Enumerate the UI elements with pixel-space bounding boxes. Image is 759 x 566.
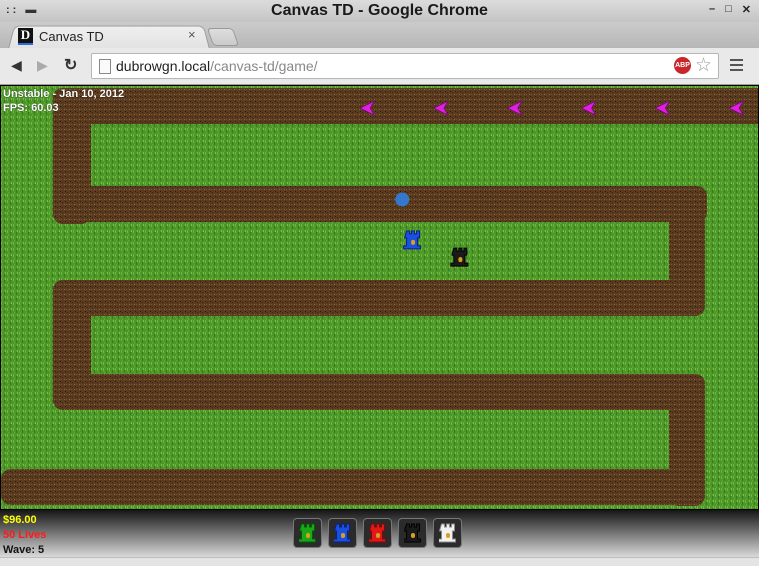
- window-title: Canvas TD - Google Chrome: [271, 2, 488, 19]
- blue-tower-icon: [333, 523, 351, 543]
- adblock-icon[interactable]: ABP: [674, 57, 691, 74]
- tab-canvas-td-content[interactable]: D Canvas TD ×: [18, 26, 208, 46]
- money-label: $96.00: [3, 514, 37, 526]
- game-canvas[interactable]: [1, 86, 758, 509]
- tower-body: [450, 247, 469, 267]
- minimize-button[interactable]: –: [709, 3, 715, 16]
- tower-body: [438, 523, 456, 543]
- tower-body: [368, 523, 386, 543]
- favicon-icon: D: [18, 27, 33, 45]
- page-icon: [99, 59, 111, 74]
- tower-window: [305, 533, 310, 538]
- wave-label: Wave: 5: [3, 544, 45, 556]
- tab-title: Canvas TD: [39, 28, 104, 44]
- url-host: dubrowgn.local: [116, 58, 211, 74]
- tower-body: [403, 523, 421, 543]
- projectile: [395, 192, 410, 207]
- chrome-menu-icon[interactable]: [730, 59, 743, 74]
- path-segment: [53, 280, 705, 316]
- tower-window: [411, 239, 416, 245]
- maximize-button[interactable]: □: [725, 3, 732, 16]
- game-canvas-frame: Unstable - Jan 10, 2012 FPS: 60.03: [0, 85, 759, 510]
- build-label: Unstable - Jan 10, 2012: [3, 88, 125, 100]
- lives-label: 50 Lives: [3, 529, 47, 541]
- blue-tower-glyph: [333, 523, 351, 543]
- url-text[interactable]: dubrowgn.local/canvas-td/game/: [116, 58, 318, 74]
- reload-icon[interactable]: ↻: [64, 55, 77, 75]
- black-tower-button[interactable]: [398, 518, 427, 548]
- path-segment: [53, 186, 707, 222]
- bookmark-star-icon[interactable]: ☆: [695, 54, 712, 77]
- tower-body: [298, 523, 316, 543]
- placed-tower-blue: [403, 230, 422, 250]
- black-tower-icon: [403, 523, 421, 543]
- path-segment: [53, 88, 758, 124]
- black-tower-glyph: [403, 523, 421, 543]
- tower-body: [333, 523, 351, 543]
- tower-window: [445, 533, 450, 538]
- tower-body: [403, 230, 422, 250]
- address-bar[interactable]: dubrowgn.local/canvas-td/game/ ABP ☆: [91, 53, 719, 79]
- new-tab-button[interactable]: [206, 28, 240, 46]
- red-tower-glyph: [368, 523, 386, 543]
- white-tower-glyph: [438, 523, 456, 543]
- url-path: /canvas-td/game/: [210, 58, 318, 74]
- path-segment: [53, 374, 705, 410]
- fps-label: FPS: 60.03: [3, 102, 59, 114]
- back-icon[interactable]: ◀: [11, 57, 22, 74]
- browser-toolbar: ◀ ▶ ↻ dubrowgn.local/canvas-td/game/ ABP…: [0, 48, 759, 85]
- tab-close-icon[interactable]: ×: [188, 27, 196, 42]
- forward-icon[interactable]: ▶: [37, 57, 48, 74]
- close-window-button[interactable]: ✕: [742, 3, 751, 16]
- path-segment: [1, 469, 705, 505]
- green-tower-button[interactable]: [293, 518, 322, 548]
- placed-tower-black: [450, 247, 469, 267]
- white-tower-button[interactable]: [433, 518, 462, 548]
- red-tower-button[interactable]: [363, 518, 392, 548]
- white-tower-icon: [438, 523, 456, 543]
- tower-window: [410, 533, 415, 538]
- green-tower-glyph: [298, 523, 316, 543]
- red-tower-icon: [368, 523, 386, 543]
- tower-window: [340, 533, 345, 538]
- projectiles: [395, 192, 410, 207]
- green-tower-icon: [298, 523, 316, 543]
- tower-window: [375, 533, 380, 538]
- tower-window: [458, 257, 463, 263]
- window-titlebar: :: ▬ Canvas TD - Google Chrome – □ ✕: [0, 0, 759, 22]
- game-hud: $96.00 50 Lives Wave: 5: [0, 510, 759, 557]
- blue-tower-button[interactable]: [328, 518, 357, 548]
- tower-shop: [293, 518, 462, 548]
